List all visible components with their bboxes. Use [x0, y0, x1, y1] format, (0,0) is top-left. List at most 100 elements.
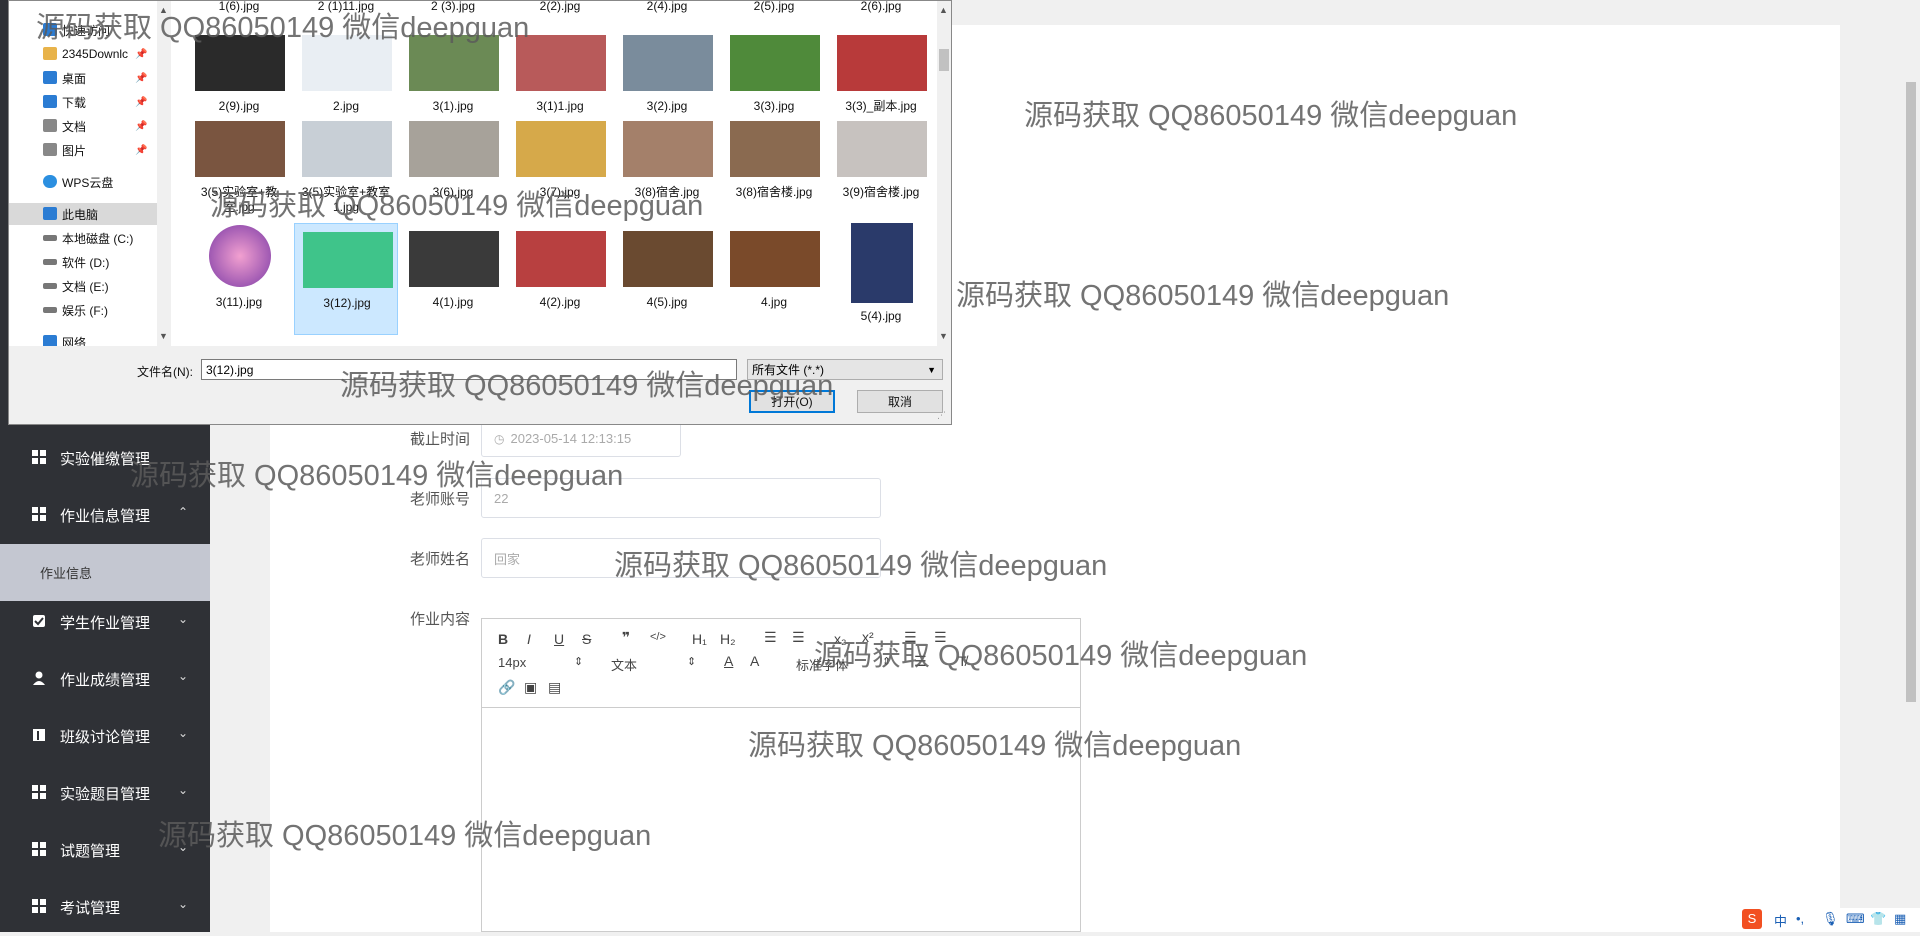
teacher-name-input[interactable]: 回家 — [481, 538, 881, 578]
ordered-list-icon[interactable]: ☰ — [764, 629, 777, 646]
file-item[interactable]: 4(5).jpg — [615, 223, 719, 335]
h2-icon[interactable]: H₂ — [720, 631, 736, 647]
ime-mode-icon[interactable]: 中 — [1774, 911, 1787, 930]
file-scrollbar[interactable]: ▲ ▼ — [937, 1, 951, 346]
keyboard-icon[interactable]: ⌨ — [1846, 911, 1865, 927]
file-name[interactable]: 2 (1)11.jpg — [294, 0, 398, 13]
teacher-account-input[interactable]: 22 — [481, 478, 881, 518]
sidebar-item[interactable]: 作业成绩管理 ⌄ — [0, 651, 210, 708]
file-item[interactable]: 3(7).jpg — [508, 113, 612, 225]
clear-format-icon[interactable]: T̸ — [958, 653, 967, 669]
bold-icon[interactable]: B — [498, 631, 508, 647]
file-item[interactable]: 3(8)宿舍.jpg — [615, 113, 719, 225]
file-scroll-thumb[interactable] — [939, 49, 949, 71]
sidebar-item[interactable]: 考试管理 ⌄ — [0, 879, 210, 936]
file-item[interactable]: 4(2).jpg — [508, 223, 612, 335]
scroll-down-icon[interactable]: ▼ — [159, 331, 168, 341]
scroll-down-icon[interactable]: ▼ — [939, 331, 948, 341]
nav-item[interactable]: 软件 (D:) — [9, 251, 157, 273]
tools-icon[interactable]: ▦ — [1894, 911, 1906, 927]
sidebar-item[interactable]: 实验题目管理 ⌄ — [0, 765, 210, 822]
font-family-select[interactable]: 标准字体 — [796, 655, 848, 674]
sogou-icon[interactable]: S — [1742, 909, 1762, 929]
file-item[interactable]: 3(5)实验室+教室1.jpg — [294, 113, 398, 225]
file-item[interactable]: 4(1).jpg — [401, 223, 505, 335]
punctuation-icon[interactable]: •, — [1796, 911, 1804, 926]
nav-item[interactable]: 文档 📌 — [9, 115, 157, 137]
outdent-icon[interactable]: ☰ — [934, 629, 947, 646]
rich-text-editor[interactable]: B I U S ❞ </> H₁ H₂ ☰ ☰ x₂ x² ☰ ☰ 14px ⇕… — [481, 618, 1081, 932]
sidebar-item[interactable]: 班级讨论管理 ⌄ — [0, 708, 210, 765]
background-color-icon[interactable]: A — [750, 653, 759, 669]
nav-item[interactable]: 快速访问 — [9, 19, 157, 41]
file-item[interactable]: 4.jpg — [722, 223, 826, 335]
file-thumbnail — [623, 121, 713, 177]
file-name[interactable]: 1(6).jpg — [187, 0, 291, 13]
bullet-list-icon[interactable]: ☰ — [792, 629, 805, 646]
resize-grip-icon[interactable]: ⋰ — [937, 410, 946, 421]
file-item[interactable]: 3(9)宿舍楼.jpg — [829, 113, 933, 225]
nav-item[interactable]: 娱乐 (F:) — [9, 299, 157, 321]
video-icon[interactable]: ▤ — [548, 679, 561, 696]
font-color-icon[interactable]: A — [724, 653, 733, 669]
italic-icon[interactable]: I — [527, 631, 531, 647]
pin-icon: 📌 — [135, 48, 148, 60]
blockquote-icon[interactable]: ❞ — [622, 629, 630, 646]
nav-item[interactable]: 2345Downlc 📌 — [9, 43, 157, 65]
subscript-icon[interactable]: x₂ — [834, 631, 846, 647]
file-name: 2(9).jpg — [218, 99, 260, 113]
align-icon[interactable]: ☰ — [914, 653, 927, 670]
nav-item[interactable]: 此电脑 — [9, 203, 157, 225]
file-item[interactable]: 3(8)宿舍楼.jpg — [722, 113, 826, 225]
deadline-field[interactable]: ◷ 2023-05-14 12:13:15 — [481, 420, 681, 457]
skin-icon[interactable]: 👕 — [1870, 911, 1886, 927]
file-name[interactable]: 2(5).jpg — [722, 0, 826, 13]
file-thumbnail — [730, 231, 820, 287]
file-item[interactable]: 3(11).jpg — [187, 223, 291, 335]
indent-icon[interactable]: ☰ — [904, 629, 917, 646]
superscript-icon[interactable]: x² — [862, 629, 874, 645]
sidebar-item[interactable]: 实验催缴管理 — [0, 430, 210, 487]
strike-icon[interactable]: S — [582, 631, 591, 647]
filename-input[interactable]: 3(12).jpg — [201, 359, 737, 380]
file-list: 1(6).jpg 2 (1)11.jpg 2 (3).jpg 2(2).jpg 2(4)… — [177, 0, 943, 346]
underline-icon[interactable]: U — [554, 631, 564, 647]
nav-item[interactable]: WPS云盘 — [9, 171, 157, 193]
h1-icon[interactable]: H₁ — [692, 631, 707, 647]
sidebar-item[interactable]: 作业信息 — [0, 544, 210, 601]
file-item[interactable]: 3(5)实验室+教室.jpg — [187, 113, 291, 225]
nav-item[interactable]: 图片 📌 — [9, 139, 157, 161]
font-size-select[interactable]: 14px — [498, 655, 526, 670]
link-icon[interactable]: 🔗 — [498, 679, 515, 696]
text-style-select[interactable]: 文本 — [611, 655, 637, 674]
file-thumbnail — [623, 231, 713, 287]
nav-item[interactable]: 桌面 📌 — [9, 67, 157, 89]
nav-item[interactable]: 本地磁盘 (C:) — [9, 227, 157, 249]
scroll-up-icon[interactable]: ▲ — [159, 5, 168, 15]
nav-item[interactable]: 下载 📌 — [9, 91, 157, 113]
sidebar-item[interactable]: 试题管理 ⌄ — [0, 822, 210, 879]
file-name: 3(2).jpg — [646, 99, 688, 113]
nav-item-label: 娱乐 (F:) — [62, 303, 108, 318]
sidebar-item[interactable]: 作业信息管理 ⌃ — [0, 487, 210, 544]
page-scroll-thumb[interactable] — [1906, 82, 1916, 702]
code-icon[interactable]: </> — [650, 631, 666, 643]
nav-item-label: 此电脑 — [62, 207, 99, 222]
file-name[interactable]: 2(6).jpg — [829, 0, 933, 13]
file-item[interactable]: 5(4).jpg — [829, 223, 933, 335]
open-button[interactable]: 打开(O) — [749, 390, 835, 413]
cancel-button[interactable]: 取消 — [857, 390, 943, 413]
image-icon[interactable]: ▣ — [524, 679, 537, 696]
nav-scrollbar[interactable]: ▲ ▼ — [157, 1, 171, 346]
sidebar-item[interactable]: 学生作业管理 ⌄ — [0, 594, 210, 651]
nav-item[interactable]: 文档 (E:) — [9, 275, 157, 297]
microphone-icon[interactable]: 🎙 — [1822, 911, 1839, 927]
file-item[interactable]: 3(6).jpg — [401, 113, 505, 225]
file-item[interactable]: 3(12).jpg — [294, 223, 398, 335]
file-name[interactable]: 2 (3).jpg — [401, 0, 505, 13]
scroll-up-icon[interactable]: ▲ — [939, 5, 948, 15]
file-name[interactable]: 2(4).jpg — [615, 0, 719, 13]
filetype-select[interactable]: 所有文件 (*.*) ▼ — [747, 359, 943, 380]
ime-toolbar[interactable]: S 中 •, 🎙 ⌨ 👕 ▦ — [1738, 908, 1920, 932]
file-name[interactable]: 2(2).jpg — [508, 0, 612, 13]
